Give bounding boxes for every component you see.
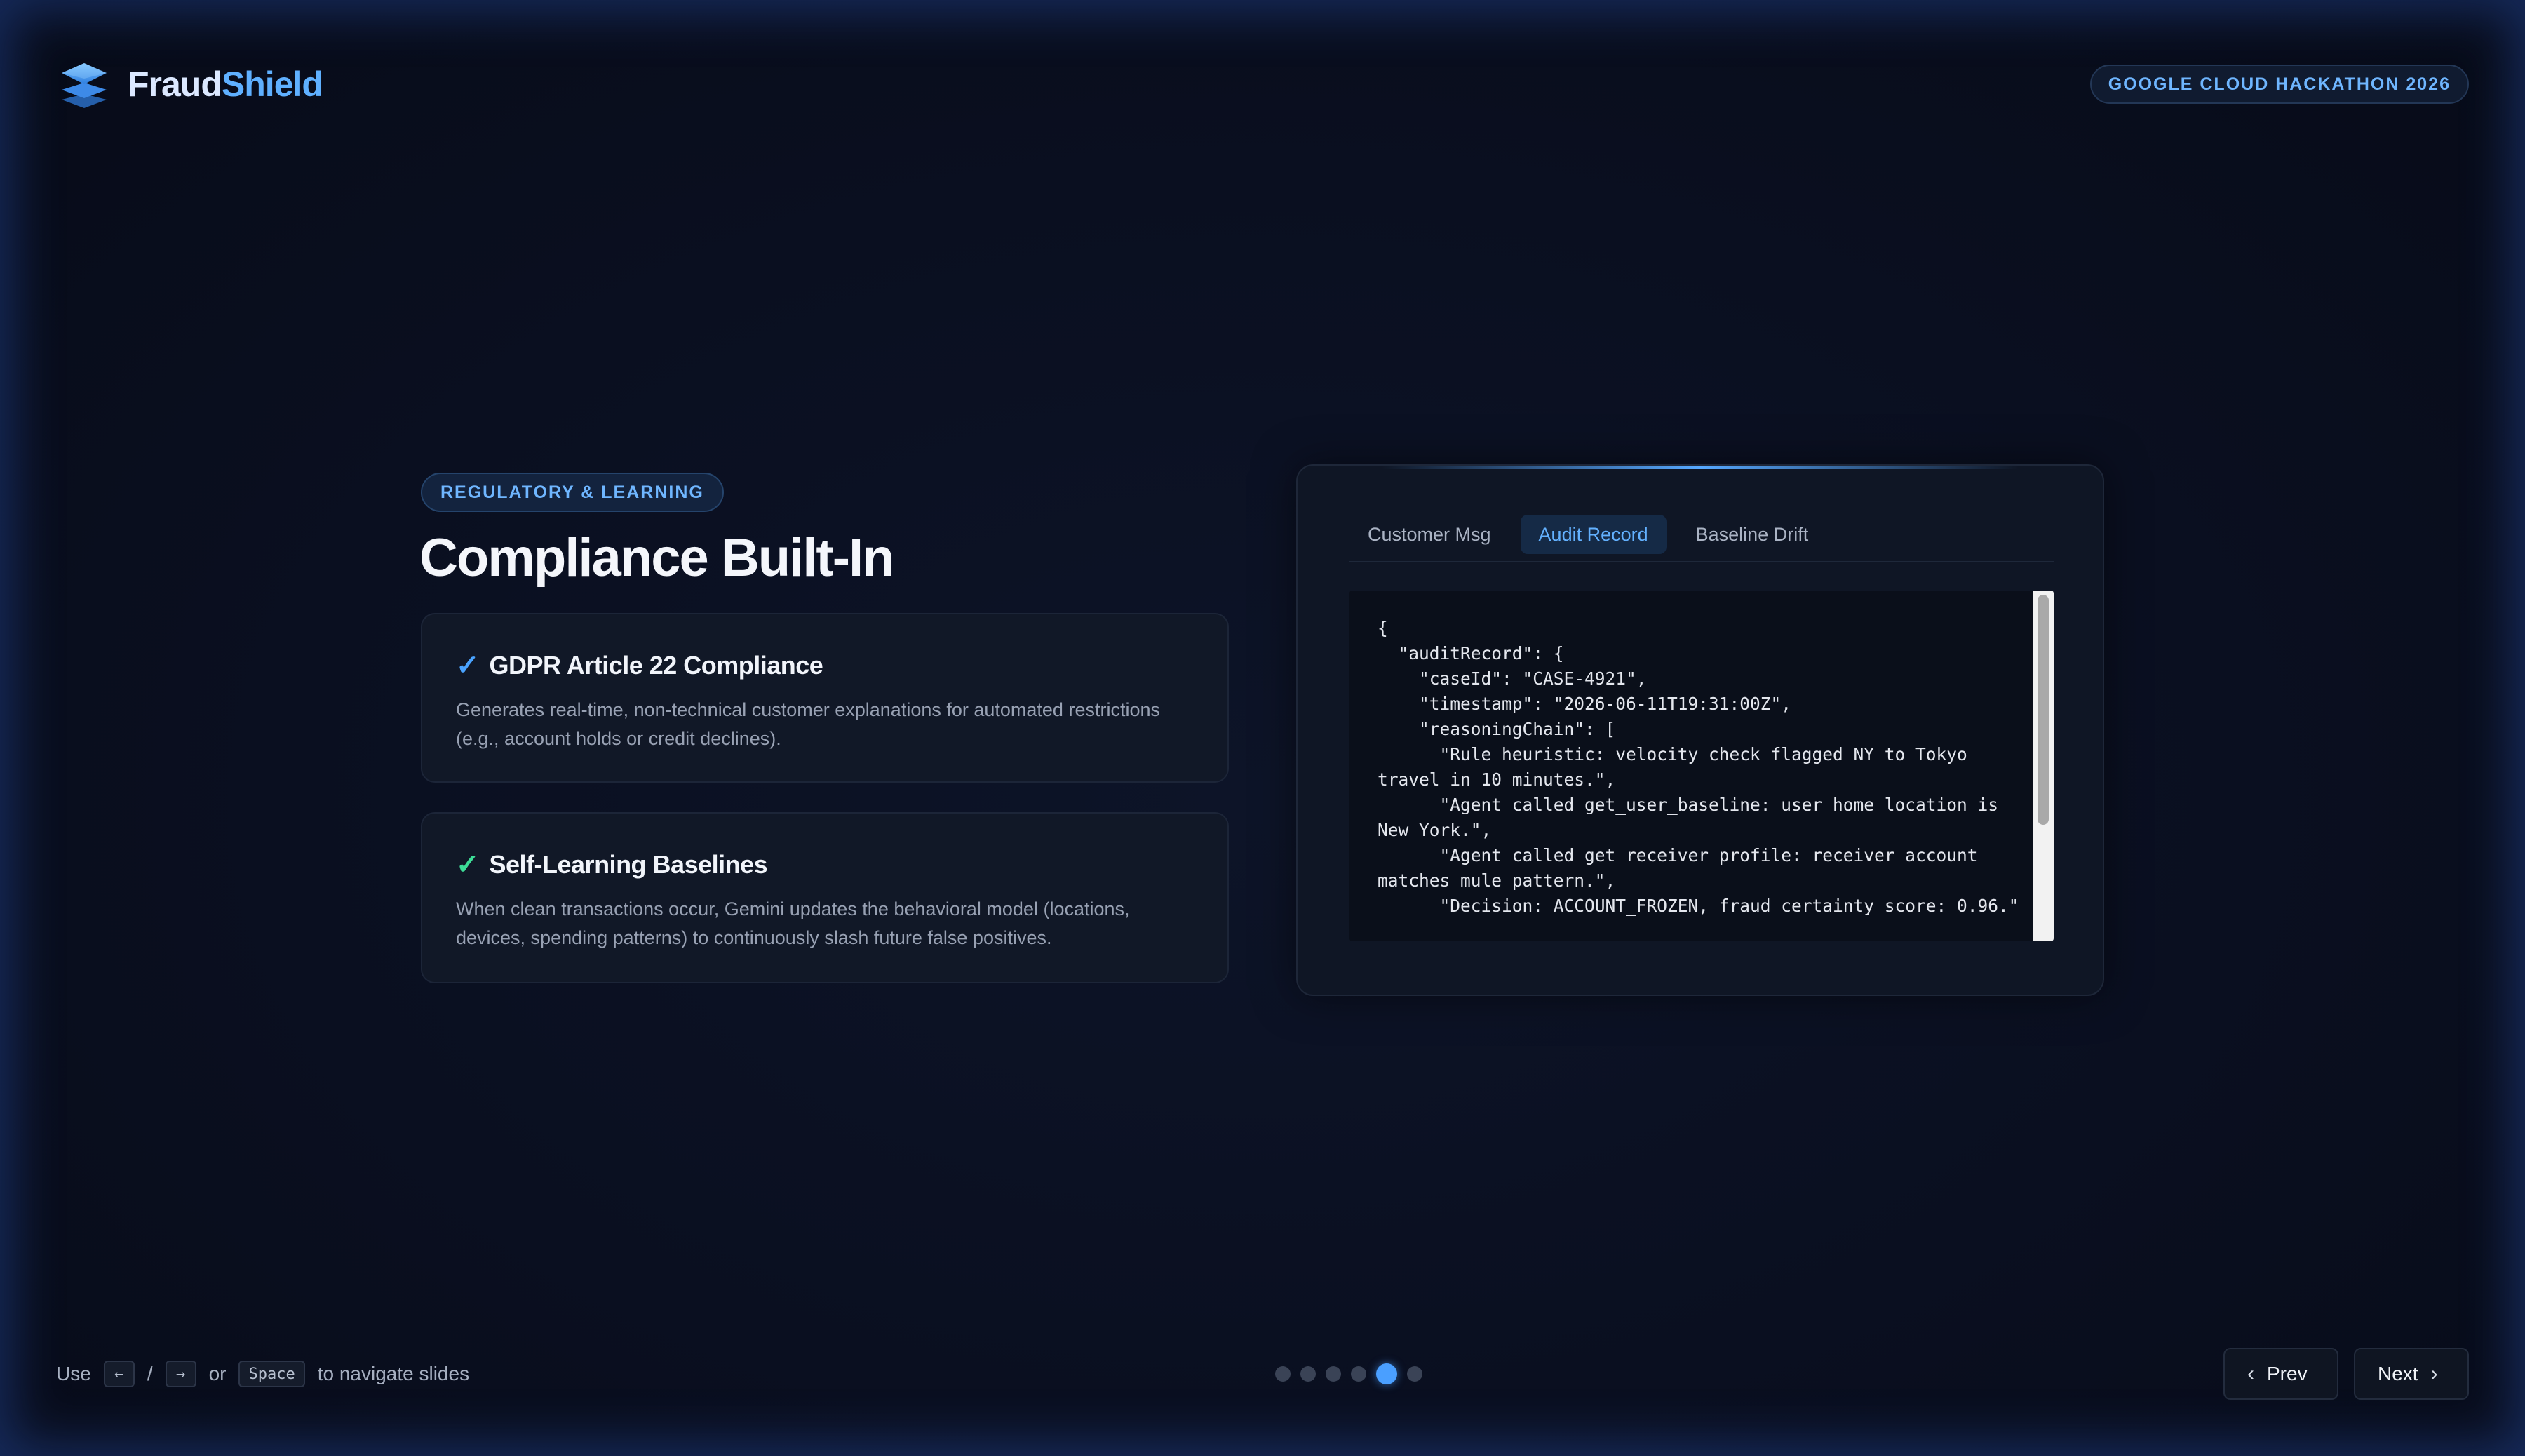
card-description: Generates real-time, non-technical custo… <box>456 699 1160 749</box>
hint-separator: / <box>147 1363 153 1384</box>
hint-or: or <box>208 1363 227 1384</box>
key-left-arrow: ← <box>103 1361 135 1387</box>
hint-tail: to navigate slides <box>317 1363 470 1384</box>
slide-pagination <box>1275 1363 1422 1384</box>
pagination-dot[interactable] <box>1351 1366 1366 1382</box>
code-scrollbar[interactable] <box>2033 591 2054 941</box>
brand-name: FraudShield <box>128 64 323 105</box>
tab-customer-msg[interactable]: Customer Msg <box>1349 515 1509 554</box>
check-icon: ✓ <box>456 849 480 880</box>
section-tag: REGULATORY & LEARNING <box>421 473 724 512</box>
tab-audit-record[interactable]: Audit Record <box>1520 515 1666 554</box>
card-description: When clean transactions occur, Gemini up… <box>456 898 1130 948</box>
next-button[interactable]: Next › <box>2354 1348 2469 1400</box>
audit-record-json: { "auditRecord": { "caseId": "CASE-4921"… <box>1378 618 2019 916</box>
demo-panel: Customer Msg Audit Record Baseline Drift… <box>1296 464 2104 996</box>
hint-use: Use <box>56 1363 91 1384</box>
code-viewer[interactable]: { "auditRecord": { "caseId": "CASE-4921"… <box>1349 591 2054 941</box>
key-right-arrow: → <box>165 1361 196 1387</box>
prev-label: Prev <box>2267 1363 2308 1384</box>
brand-logo[interactable]: FraudShield <box>56 56 323 112</box>
feature-card-self-learning: ✓ Self-Learning Baselines When clean tra… <box>421 812 1229 983</box>
key-space: Space <box>238 1361 305 1387</box>
pagination-dot[interactable] <box>1300 1366 1316 1382</box>
slide-title: Compliance Built-In <box>419 528 895 588</box>
pagination-dot[interactable] <box>1275 1366 1291 1382</box>
check-icon: ✓ <box>456 650 480 681</box>
chevron-right-icon: › <box>2430 1362 2438 1385</box>
layers-icon <box>62 63 107 108</box>
tab-baseline-drift[interactable]: Baseline Drift <box>1678 515 1827 554</box>
feature-card-gdpr: ✓ GDPR Article 22 Compliance Generates r… <box>421 613 1229 783</box>
slide-frame <box>0 0 2525 1456</box>
prev-button[interactable]: ‹ Prev <box>2223 1348 2338 1400</box>
pagination-dot[interactable] <box>1407 1366 1422 1382</box>
panel-tabs: Customer Msg Audit Record Baseline Drift <box>1349 515 2054 562</box>
pagination-dot[interactable] <box>1376 1363 1397 1384</box>
brand-name-part1: Fraud <box>128 65 222 104</box>
scrollbar-thumb[interactable] <box>2038 595 2049 825</box>
chevron-left-icon: ‹ <box>2247 1362 2254 1385</box>
card-title: GDPR Article 22 Compliance <box>489 651 823 680</box>
card-title: Self-Learning Baselines <box>489 850 768 879</box>
panel-glow <box>1382 466 2019 469</box>
navigation-hint: Use ← / → or Space to navigate slides <box>56 1359 469 1389</box>
pagination-dot[interactable] <box>1326 1366 1341 1382</box>
brand-name-part2: Shield <box>221 65 323 104</box>
hackathon-badge: GOOGLE CLOUD HACKATHON 2026 <box>2089 65 2469 104</box>
next-label: Next <box>2378 1363 2418 1384</box>
